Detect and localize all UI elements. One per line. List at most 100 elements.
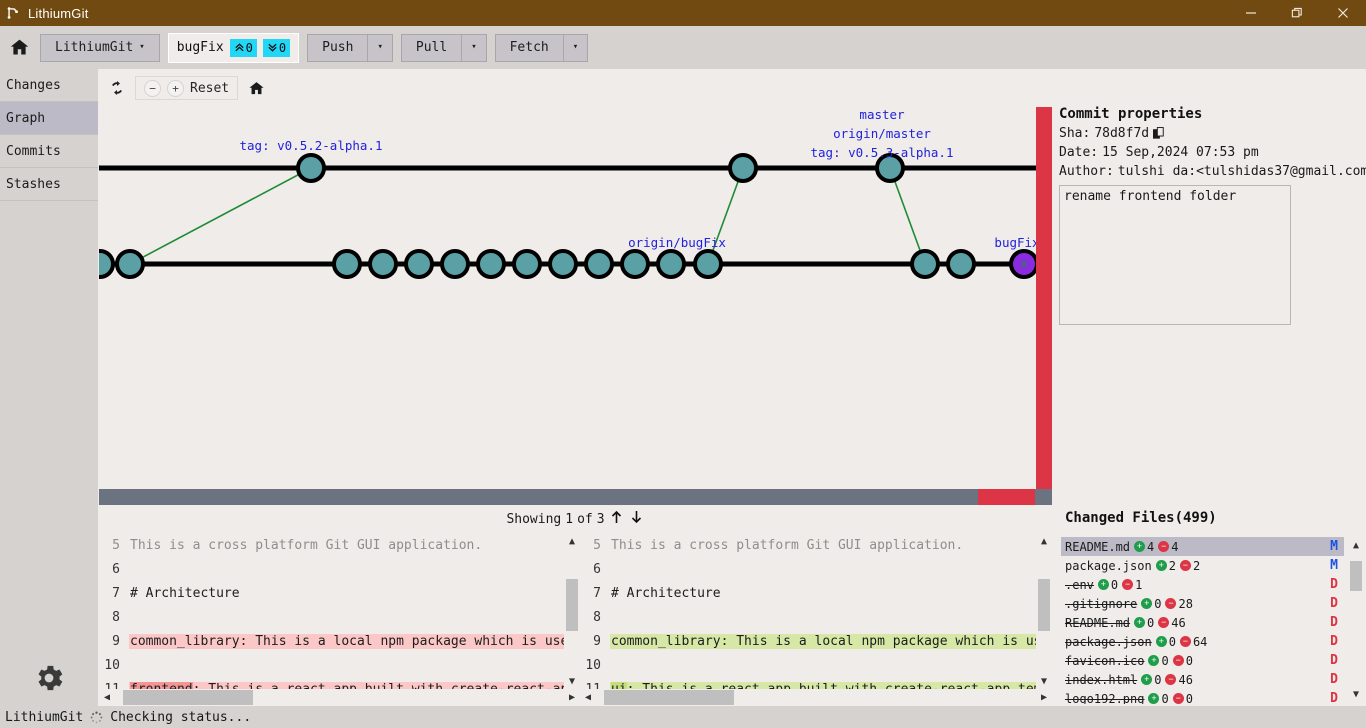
diff-line-text: # Architecture bbox=[130, 585, 240, 601]
repository-selector[interactable]: LithiumGit ▾ bbox=[40, 33, 160, 62]
chevron-down-icon: ▾ bbox=[377, 42, 383, 52]
zoom-in-button[interactable]: + bbox=[167, 79, 184, 97]
reset-zoom-button[interactable]: Reset bbox=[190, 81, 229, 96]
scroll-thumb[interactable] bbox=[123, 690, 253, 705]
changed-file-name: .gitignore bbox=[1065, 596, 1138, 611]
diff-old-vertical-scrollbar[interactable]: ▲ ▼ bbox=[564, 533, 580, 689]
file-status-badge: D bbox=[1330, 672, 1338, 687]
graph-vertical-scrollbar[interactable] bbox=[1036, 107, 1052, 489]
changed-file-row[interactable]: favicon.ico +0−0 D bbox=[1061, 651, 1344, 670]
diff-new-horizontal-scrollbar[interactable]: ◀ ▶ bbox=[580, 689, 1052, 706]
scroll-track[interactable] bbox=[115, 689, 564, 706]
commit-date-row: Date: 15 Sep,2024 07:53 pm bbox=[1059, 143, 1358, 162]
scroll-thumb[interactable] bbox=[1038, 579, 1050, 631]
changed-file-row[interactable]: logo192.png +0−0 D bbox=[1061, 689, 1344, 704]
diff-old-horizontal-scrollbar[interactable]: ◀ ▶ bbox=[99, 689, 580, 706]
scroll-track[interactable] bbox=[564, 549, 580, 673]
scroll-up-icon[interactable]: ▲ bbox=[564, 533, 580, 549]
diff-pane-old[interactable]: 5 This is a cross platform Git GUI applic… bbox=[99, 533, 580, 706]
fetch-button[interactable]: Fetch bbox=[494, 33, 563, 62]
scroll-up-icon[interactable]: ▲ bbox=[1348, 537, 1364, 553]
changed-file-name: .env bbox=[1065, 577, 1094, 592]
plus-circle-icon: + bbox=[1155, 560, 1167, 571]
changed-file-name: package.json bbox=[1065, 634, 1152, 649]
changed-file-row[interactable]: .gitignore +0−28 D bbox=[1061, 594, 1344, 613]
behind-count: 0 bbox=[278, 40, 287, 55]
scroll-track[interactable] bbox=[596, 689, 1036, 706]
sidebar-item-label: Stashes bbox=[6, 176, 61, 192]
additions-stat: +0 bbox=[1148, 654, 1169, 668]
status-bar: LithiumGit Checking status... bbox=[0, 706, 1366, 728]
commit-graph-svg: H tag: v0.5.2-alpha.1 master origin/mast… bbox=[99, 107, 1052, 279]
scroll-down-icon[interactable]: ▼ bbox=[1036, 673, 1052, 689]
deletions-stat: −28 bbox=[1165, 597, 1193, 611]
arrow-up-icon[interactable] bbox=[609, 510, 625, 528]
deletions-stat: −1 bbox=[1122, 578, 1142, 592]
changed-file-row[interactable]: package.json +2−2 M bbox=[1061, 556, 1344, 575]
scroll-thumb[interactable] bbox=[566, 579, 578, 631]
sidebar-item-stashes[interactable]: Stashes bbox=[0, 168, 98, 201]
additions-stat: +0 bbox=[1141, 673, 1161, 687]
sidebar-item-changes[interactable]: Changes bbox=[0, 69, 98, 102]
scroll-track[interactable] bbox=[1036, 549, 1052, 673]
push-dropdown-button[interactable]: ▾ bbox=[367, 33, 393, 62]
arrow-down-icon[interactable] bbox=[629, 510, 645, 528]
graph-horizontal-scrollbar[interactable] bbox=[99, 489, 1052, 505]
branch-status[interactable]: bugFix 0 0 bbox=[167, 32, 300, 63]
push-button[interactable]: Push bbox=[307, 33, 368, 62]
plus-circle-icon: + bbox=[1148, 655, 1160, 666]
scroll-thumb[interactable] bbox=[604, 690, 734, 705]
scroll-down-icon[interactable]: ▼ bbox=[564, 673, 580, 689]
changed-file-row[interactable]: package.json +0−64 D bbox=[1061, 632, 1344, 651]
commit-author-value: tulshi da:<tulshidas37@gmail.com> bbox=[1117, 164, 1366, 179]
changed-file-name: README.md bbox=[1065, 615, 1131, 630]
changed-files-list[interactable]: README.md +4−4 Mpackage.json +2−2 M .env +0−1 D… bbox=[1061, 537, 1344, 704]
scroll-left-icon[interactable]: ◀ bbox=[580, 692, 596, 703]
minus-circle-icon: − bbox=[1158, 541, 1170, 552]
changed-file-row[interactable]: README.md +4−4 M bbox=[1061, 537, 1344, 556]
additions-count: 2 bbox=[1168, 558, 1176, 573]
changed-file-row[interactable]: index.html +0−46 D bbox=[1061, 670, 1344, 689]
additions-count: 0 bbox=[1161, 691, 1169, 705]
minus-circle-icon: − bbox=[1165, 674, 1177, 685]
changed-file-row[interactable]: README.md +0−46 D bbox=[1061, 613, 1344, 632]
gear-icon[interactable] bbox=[30, 659, 68, 697]
additions-count: 4 bbox=[1147, 539, 1155, 554]
pull-dropdown-button[interactable]: ▾ bbox=[461, 33, 487, 62]
sidebar-item-graph[interactable]: Graph bbox=[0, 102, 98, 135]
fetch-dropdown-button[interactable]: ▾ bbox=[562, 33, 589, 62]
home-icon[interactable] bbox=[6, 35, 32, 61]
ahead-badge[interactable]: 0 bbox=[229, 38, 257, 57]
scroll-down-icon[interactable]: ▼ bbox=[1348, 686, 1364, 702]
changed-files-scrollbar[interactable]: ▲ ▼ bbox=[1348, 537, 1364, 702]
scroll-thumb[interactable] bbox=[1350, 561, 1362, 591]
scroll-track[interactable] bbox=[1348, 553, 1364, 686]
chevron-down-icon: ▾ bbox=[572, 42, 579, 52]
sidebar-item-commits[interactable]: Commits bbox=[0, 135, 98, 168]
scroll-left-icon[interactable]: ◀ bbox=[99, 692, 115, 703]
behind-badge[interactable]: 0 bbox=[262, 38, 291, 57]
diff-line-number: 9 bbox=[593, 633, 601, 649]
file-status-badge: D bbox=[1330, 691, 1338, 704]
scroll-up-icon[interactable]: ▲ bbox=[1036, 533, 1052, 549]
scroll-right-icon[interactable]: ▶ bbox=[1036, 692, 1052, 703]
commit-graph[interactable]: H tag: v0.5.2-alpha.1 master origin/mast… bbox=[99, 107, 1052, 489]
graph-vertical-scrollbar-thumb[interactable] bbox=[1036, 107, 1052, 489]
push-group: Push ▾ bbox=[307, 33, 393, 62]
deletions-stat: −0 bbox=[1172, 692, 1193, 704]
diff-pane-new[interactable]: 5 This is a cross platform Git GUI applic… bbox=[580, 533, 1052, 706]
diff-new-vertical-scrollbar[interactable]: ▲ ▼ bbox=[1036, 533, 1052, 689]
minimize-button[interactable] bbox=[1228, 0, 1274, 26]
zoom-out-button[interactable]: − bbox=[144, 79, 161, 97]
copy-icon[interactable] bbox=[1153, 127, 1165, 140]
deletions-count: 46 bbox=[1171, 615, 1186, 630]
refresh-icon[interactable] bbox=[107, 78, 127, 98]
pull-button[interactable]: Pull bbox=[400, 33, 462, 62]
maximize-button[interactable] bbox=[1274, 0, 1320, 26]
close-button[interactable] bbox=[1320, 0, 1366, 26]
scroll-right-icon[interactable]: ▶ bbox=[564, 692, 580, 703]
home-icon[interactable] bbox=[246, 78, 266, 98]
diff-line-number: 7 bbox=[112, 585, 120, 601]
graph-horizontal-scrollbar-thumb[interactable] bbox=[978, 489, 1035, 505]
changed-file-row[interactable]: .env +0−1 D bbox=[1061, 575, 1344, 594]
